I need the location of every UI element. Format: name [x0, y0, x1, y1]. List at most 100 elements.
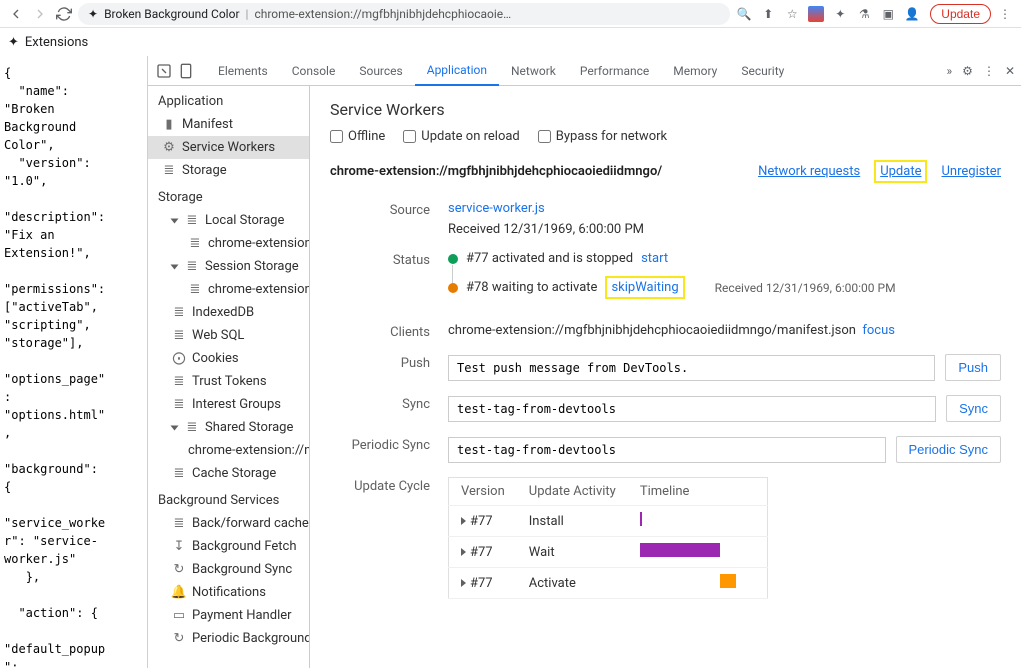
sidebar-item-local-child[interactable]: ≣chrome-extension [148, 232, 309, 255]
download-icon: ↧ [172, 540, 186, 554]
address-bar[interactable]: ✦ Broken Background Color | chrome-exten… [78, 3, 730, 25]
update-cycle-label: Update Cycle [330, 477, 448, 494]
panel-icon[interactable]: ▣ [878, 4, 898, 24]
db-icon: ≣ [185, 260, 199, 274]
update-cycle-table: Version Update Activity Timeline #77 Ins… [448, 477, 768, 599]
offline-checkbox[interactable]: Offline [330, 129, 385, 144]
labs-icon[interactable]: ⚗ [854, 4, 874, 24]
reload-icon[interactable] [54, 4, 74, 24]
gear-icon[interactable]: ⚙ [962, 64, 973, 78]
source-file-link[interactable]: service-worker.js [448, 201, 545, 216]
sidebar-item-payment[interactable]: ▭Payment Handler [148, 604, 309, 627]
file-icon: ▮ [162, 118, 176, 132]
inspect-icon[interactable] [154, 61, 174, 81]
sync-input[interactable] [448, 396, 936, 422]
cache-icon: ≣ [172, 517, 186, 531]
share-icon[interactable]: ⬆ [758, 4, 778, 24]
bookmark-icon[interactable]: ☆ [782, 4, 802, 24]
clock-icon: ↻ [172, 632, 186, 646]
cookie-icon: ⨀ [172, 352, 186, 366]
sidebar-item-bg-sync[interactable]: ↻Background Sync [148, 558, 309, 581]
back-icon[interactable] [6, 4, 26, 24]
tab-performance[interactable]: Performance [568, 56, 661, 86]
profile-icon[interactable]: 👤 [902, 4, 922, 24]
chevron-down-icon [171, 264, 179, 269]
sw-origin: chrome-extension://mgfbhjnibhjdehcphioca… [330, 164, 758, 179]
chrome-update-button[interactable]: Update [930, 4, 991, 24]
timeline-install-bar [640, 512, 642, 526]
table-row[interactable]: #77 Activate [449, 568, 768, 599]
skipwaiting-link[interactable]: skipWaiting [611, 280, 678, 295]
sidebar-item-cache-storage[interactable]: ≣Cache Storage [148, 462, 309, 485]
extensions-icon[interactable]: ✦ [830, 4, 850, 24]
source-label: Source [330, 201, 448, 218]
sidebar-item-session-storage[interactable]: ≣Session Storage [148, 255, 309, 278]
menu-icon[interactable]: ⋮ [995, 4, 1015, 24]
sidebar-item-shared-child[interactable]: chrome-extension://n [148, 439, 309, 462]
push-input[interactable] [448, 355, 935, 381]
db-icon: ≣ [172, 467, 186, 481]
sidebar-item-bfcache[interactable]: ≣Back/forward cache [148, 512, 309, 535]
skipwaiting-highlight: skipWaiting [605, 276, 684, 299]
tab-network[interactable]: Network [499, 56, 568, 86]
bypass-checkbox[interactable]: Bypass for network [538, 129, 667, 144]
sidebar-item-local-storage[interactable]: ≣Local Storage [148, 209, 309, 232]
sidebar-item-interest-groups[interactable]: ≣Interest Groups [148, 393, 309, 416]
sidebar-item-session-child[interactable]: ≣chrome-extension [148, 278, 309, 301]
timeline-activate-bar [720, 574, 736, 588]
sidebar-item-notifications[interactable]: 🔔Notifications [148, 581, 309, 604]
tab-elements[interactable]: Elements [206, 56, 280, 86]
table-row[interactable]: #77 Wait [449, 537, 768, 568]
sync-label: Sync [330, 395, 448, 412]
periodic-sync-input[interactable] [448, 437, 886, 463]
tab-sources[interactable]: Sources [347, 56, 414, 86]
sidebar-item-bg-fetch[interactable]: ↧Background Fetch [148, 535, 309, 558]
sidebar-item-service-workers[interactable]: ⚙Service Workers [148, 136, 309, 159]
sidebar-item-websql[interactable]: ≣Web SQL [148, 324, 309, 347]
sidebar-item-manifest[interactable]: ▮Manifest [148, 113, 309, 136]
sidebar-item-indexeddb[interactable]: ≣IndexedDB [148, 301, 309, 324]
start-link[interactable]: start [641, 251, 668, 266]
page-url: chrome-extension://mgfbhjnibhjdehcphioca… [254, 7, 511, 21]
tab-memory[interactable]: Memory [661, 56, 729, 86]
more-tabs-icon[interactable]: » [947, 64, 953, 78]
push-button[interactable]: Push [945, 354, 1001, 381]
sidebar-item-periodic-bg[interactable]: ↻Periodic Background [148, 627, 309, 650]
update-highlight: Update [874, 160, 927, 183]
tab-console[interactable]: Console [280, 56, 348, 86]
page-title: Broken Background Color [104, 7, 239, 21]
clients-path: chrome-extension://mgfbhjnibhjdehcphioca… [448, 323, 856, 338]
close-icon[interactable]: ✕ [1005, 64, 1015, 78]
service-workers-panel: Service Workers Offline Update on reload… [310, 86, 1021, 668]
forward-icon[interactable] [30, 4, 50, 24]
push-label: Push [330, 354, 448, 371]
table-row[interactable]: #77 Install [449, 506, 768, 537]
sidebar-item-shared-storage[interactable]: ≣Shared Storage [148, 416, 309, 439]
update-reload-checkbox[interactable]: Update on reload [403, 129, 519, 144]
sidebar-item-trust-tokens[interactable]: ≣Trust Tokens [148, 370, 309, 393]
clients-label: Clients [330, 323, 448, 340]
sync-button[interactable]: Sync [946, 395, 1001, 422]
chevron-down-icon [171, 425, 179, 430]
devtools: Elements Console Sources Application Net… [148, 56, 1021, 668]
sidebar-item-storage[interactable]: ≣Storage [148, 159, 309, 182]
search-icon[interactable]: 🔍 [734, 4, 754, 24]
sync-icon: ↻ [172, 563, 186, 577]
extensions-bar: ✦ Extensions [0, 28, 1021, 56]
periodic-sync-button[interactable]: Periodic Sync [896, 436, 1001, 463]
tab-security[interactable]: Security [729, 56, 796, 86]
db-icon: ≣ [162, 164, 176, 178]
update-link[interactable]: Update [880, 164, 921, 179]
kebab-icon[interactable]: ⋮ [983, 64, 995, 78]
card-icon: ▭ [172, 609, 186, 623]
ext-icon-1[interactable] [806, 4, 826, 24]
db-icon: ≣ [172, 329, 186, 343]
device-icon[interactable] [176, 61, 196, 81]
status-78: #78 waiting to activate skipWaiting Rece… [448, 276, 1001, 299]
focus-link[interactable]: focus [862, 323, 895, 338]
tab-application[interactable]: Application [415, 56, 499, 86]
periodic-sync-label: Periodic Sync [330, 436, 448, 453]
sidebar-item-cookies[interactable]: ⨀Cookies [148, 347, 309, 370]
network-requests-link[interactable]: Network requests [758, 164, 860, 179]
unregister-link[interactable]: Unregister [941, 164, 1001, 179]
